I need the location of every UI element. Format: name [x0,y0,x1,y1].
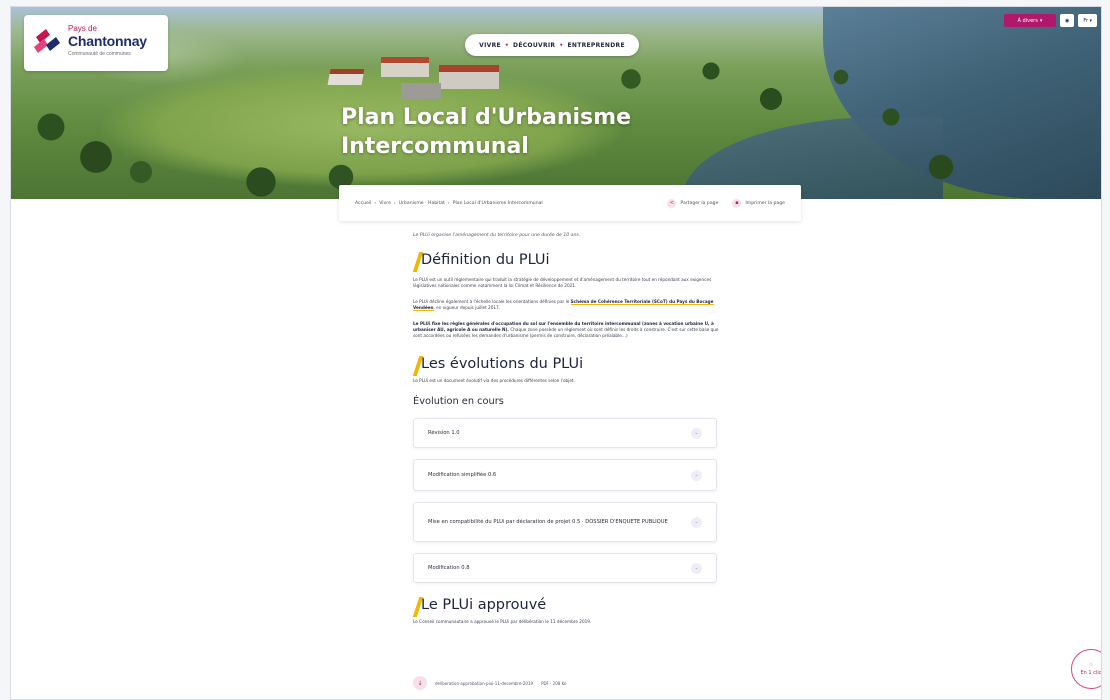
share-label: Partager la page [680,200,719,206]
section-title-approuve: Le PLUi approuvé [412,597,719,618]
chevron-down-icon: ⌄ [691,516,702,528]
nav-separator: • [504,41,510,49]
file-meta: PDF · 208 Ko [541,680,567,686]
breadcrumb-item-urbanisme[interactable]: Urbanisme · Habitat [399,201,445,206]
one-click-label: En 1 clic [1080,670,1102,676]
page-title: Plan Local d'Urbanisme Intercommunal [341,103,761,161]
print-button[interactable]: ▪ Imprimer la page [732,198,785,208]
chevron-down-icon: ▾ [1039,17,1043,24]
breadcrumb-separator: › [393,200,396,206]
breadcrumb-separator: › [374,200,377,206]
hero-shed [327,69,365,85]
page-title-line-2: Intercommunal [341,134,529,159]
intro-text: Le PLUi organise l'aménagement du territ… [413,233,581,238]
nav-item-decouvrir[interactable]: DÉCOUVRIR [513,42,555,49]
hand-pointer-icon: ☝ [1089,662,1093,668]
breadcrumb-item-current: Plan Local d'Urbanisme Intercommunal [452,200,543,206]
print-label: Imprimer la page [745,200,785,206]
top-right-tools: À divers ▾ ◉ Fr ▾ [1003,14,1097,27]
accordion-label: Révision 1.0 [428,429,460,436]
eye-icon: ◉ [1064,17,1070,24]
chevron-down-icon: ▾ [1087,17,1092,24]
paragraph: Le Conseil communautaire a approuvé le P… [413,619,592,625]
logo-mark-icon [34,29,60,53]
breadcrumb-item-vivre[interactable]: Vivre [379,201,391,206]
paragraph: Le PLUi est un document évolutif via des… [413,377,575,383]
breadcrumb-bar: Accueil › Vivre › Urbanisme · Habitat › … [339,185,801,221]
breadcrumb-item-accueil[interactable]: Accueil [355,201,371,206]
section-title-definition: Définition du PLUi [412,252,719,272]
print-icon: ▪ [732,198,742,208]
logo-line-1: Pays de [68,24,97,33]
site-logo[interactable]: Pays de Chantonnay Communauté de commune… [24,15,168,71]
share-icon: < [667,198,677,208]
accessibility-button[interactable]: ◉ [1059,14,1075,27]
page-title-line-1: Plan Local d'Urbanisme [341,105,631,130]
accordion-item[interactable]: Révision 1.0 ⌄ [413,418,717,449]
file-download-icon: ↓ [413,676,427,690]
accordion-label: Modification 0.8 [428,564,470,571]
chevron-down-icon: ⌄ [691,562,702,574]
accordion-item[interactable]: Modification 0.8 ⌄ [413,553,717,584]
nav-separator: • [559,41,564,49]
chevron-down-icon: ⌄ [691,427,702,439]
page-actions: < Partager la page ▪ Imprimer la page [667,198,785,208]
quick-access-button[interactable]: À divers ▾ [1003,14,1056,27]
hero-banner: Pays de Chantonnay Communauté de commune… [11,7,1101,199]
main-content: Le PLUi organise l'aménagement du territ… [412,229,719,626]
subsection-title: Évolution en cours [413,396,504,408]
nav-item-entreprendre[interactable]: ENTREPRENDRE [567,42,624,49]
quick-access-label: À divers [1017,17,1038,24]
language-select[interactable]: Fr ▾ [1078,14,1097,27]
file-name: deliberation-approbation-plui-11-decembr… [435,680,534,686]
accordion-item[interactable]: Mise en compatibilité du PLUi par déclar… [413,502,717,543]
breadcrumb: Accueil › Vivre › Urbanisme · Habitat › … [355,201,667,206]
download-file-row[interactable]: ↓ deliberation-approbation-plui-11-decem… [413,672,719,694]
one-click-button[interactable]: ☝ En 1 clic [1071,649,1102,689]
main-nav: VIVRE • DÉCOUVRIR • ENTREPRENDRE [465,34,639,56]
page: Pays de Chantonnay Communauté de commune… [10,6,1102,700]
accordion-label: Modification simplifiée 0.6 [428,471,497,478]
paragraph: Le PLUi est un outil réglementaire qui t… [413,277,712,289]
paragraph: Le PLUi fixe les règles générales d'occu… [413,320,719,339]
nav-item-vivre[interactable]: VIVRE [479,42,501,49]
accordion-label: Mise en compatibilité du PLUi par déclar… [428,518,668,525]
chevron-down-icon: ⌄ [691,469,702,481]
share-button[interactable]: < Partager la page [667,198,719,208]
hero-farm [381,53,511,101]
breadcrumb-separator: › [447,200,450,206]
logo-line-3: Communauté de communes [68,51,131,57]
paragraph: Le PLUi décline également à l'échelle lo… [413,298,714,312]
accordion-item[interactable]: Modification simplifiée 0.6 ⌄ [413,459,717,492]
logo-line-2: Chantonnay [68,33,147,49]
section-title-evolutions: Les évolutions du PLUi [412,355,719,376]
